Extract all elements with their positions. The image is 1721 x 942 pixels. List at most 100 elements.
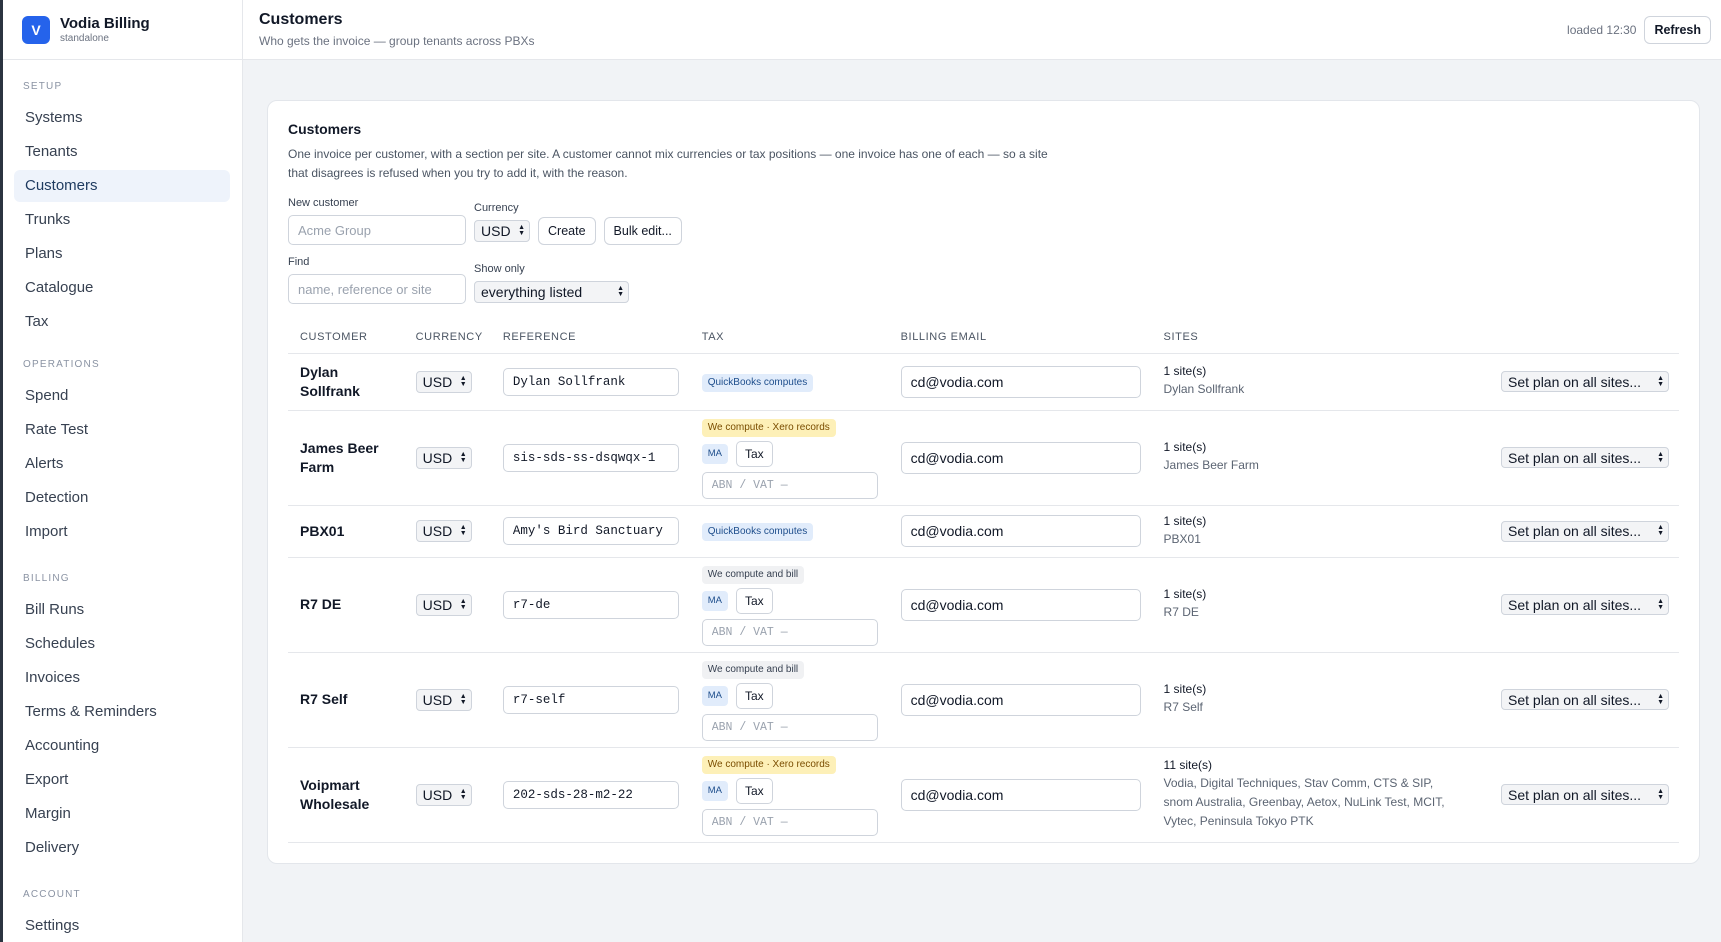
set-plan-select[interactable]: Set plan on all sites... ▲ ▼ xyxy=(1501,784,1669,805)
show-only-select[interactable]: everything listed ▲ ▼ xyxy=(474,281,629,303)
sidebar-item-trunks[interactable]: Trunks xyxy=(14,204,230,236)
set-plan-select[interactable]: Set plan on all sites... ▲ ▼ xyxy=(1501,371,1669,392)
tax-button[interactable]: Tax xyxy=(735,682,773,709)
billing-email-input[interactable] xyxy=(900,683,1141,716)
region-badge: MA xyxy=(701,590,728,611)
billing-email-input[interactable] xyxy=(900,515,1141,547)
reference-input[interactable] xyxy=(502,443,679,472)
sites-list: James Beer Farm xyxy=(1163,458,1259,472)
sidebar-item-invoices[interactable]: Invoices xyxy=(14,662,230,694)
set-plan-select[interactable]: Set plan on all sites... ▲ ▼ xyxy=(1501,594,1669,615)
abn-vat-input[interactable] xyxy=(701,713,878,741)
sidebar-item-bill-runs[interactable]: Bill Runs xyxy=(14,594,230,626)
sidebar-item-detection[interactable]: Detection xyxy=(14,482,230,514)
new-customer-input[interactable] xyxy=(288,215,466,245)
sites-list: PBX01 xyxy=(1163,531,1201,546)
sidebar-item-plans[interactable]: Plans xyxy=(14,238,230,270)
tax-button[interactable]: Tax xyxy=(735,777,773,804)
sidebar-item-export[interactable]: Export xyxy=(14,764,230,796)
reference-input[interactable] xyxy=(502,517,679,545)
sites-count: 1 site(s) xyxy=(1163,364,1207,378)
reference-input[interactable] xyxy=(502,780,679,809)
table-row: R7 Self USD ▲▼ We compute and bill MA Ta… xyxy=(288,652,1679,748)
billing-email-input[interactable] xyxy=(900,588,1141,621)
sidebar-item-accounting[interactable]: Accounting xyxy=(14,730,230,762)
region-badge: MA xyxy=(701,780,728,801)
select-caret-icon: ▲ ▼ xyxy=(459,597,467,611)
sidebar-item-tenants[interactable]: Tenants xyxy=(14,136,230,168)
sidebar-item-customers[interactable]: Customers xyxy=(14,170,230,202)
sidebar-item-import[interactable]: Import xyxy=(14,516,230,548)
nav-heading: SETUP xyxy=(23,81,63,92)
row-currency-select[interactable]: USD ▲ ▼ xyxy=(415,520,472,542)
billing-email-input[interactable] xyxy=(900,778,1141,811)
abn-vat-input[interactable] xyxy=(701,808,878,836)
sidebar-item-terms-reminders[interactable]: Terms & Reminders xyxy=(14,696,230,728)
sidebar-item-delivery[interactable]: Delivery xyxy=(14,832,230,864)
row-currency-value: USD xyxy=(422,373,453,390)
select-caret-icon: ▲ ▼ xyxy=(617,285,624,298)
select-caret-icon: ▲ ▼ xyxy=(1657,692,1664,706)
billing-email-input[interactable] xyxy=(900,365,1141,398)
sites-list: Vodia, Digital Techniques, Stav Comm, CT… xyxy=(1163,776,1445,828)
select-caret-icon: ▲ ▼ xyxy=(1657,787,1664,801)
sidebar-item-rate-test[interactable]: Rate Test xyxy=(14,414,230,446)
create-button[interactable]: Create xyxy=(538,217,596,245)
card-title: Customers xyxy=(288,121,362,137)
sidebar-item-spend[interactable]: Spend xyxy=(14,380,230,412)
row-currency-select[interactable]: USD ▲ ▼ xyxy=(415,688,472,711)
select-caret-icon: ▲ ▼ xyxy=(1657,374,1664,388)
row-currency-select[interactable]: USD ▲ ▼ xyxy=(415,593,472,616)
find-label: Find xyxy=(288,256,310,268)
find-input[interactable] xyxy=(288,274,466,304)
sites-count: 1 site(s) xyxy=(1163,682,1207,696)
nav-heading: BILLING xyxy=(23,573,70,584)
bulk-edit-button[interactable]: Bulk edit... xyxy=(603,217,682,245)
set-plan-select[interactable]: Set plan on all sites... ▲ ▼ xyxy=(1501,447,1669,468)
table-row: Voipmart Wholesale USD ▲▼ We compute · X… xyxy=(288,747,1679,843)
set-plan-select[interactable]: Set plan on all sites... ▲ ▼ xyxy=(1501,689,1669,710)
customer-name: Dylan Sollfrank xyxy=(300,363,360,399)
region-badge: MA xyxy=(701,685,728,706)
row-currency-select[interactable]: USD ▲ ▼ xyxy=(415,783,472,806)
row-currency-select[interactable]: USD ▲ ▼ xyxy=(415,446,472,469)
sidebar-item-alerts[interactable]: Alerts xyxy=(14,448,230,480)
tax-button[interactable]: Tax xyxy=(735,440,773,467)
loaded-timestamp: loaded 12:30 xyxy=(1567,22,1637,37)
sidebar-item-schedules[interactable]: Schedules xyxy=(14,628,230,660)
billing-email-input[interactable] xyxy=(900,441,1141,474)
set-plan-select[interactable]: Set plan on all sites... ▲ ▼ xyxy=(1501,520,1669,542)
sidebar-item-systems[interactable]: Systems xyxy=(14,102,230,134)
table-row: PBX01 USD ▲▼ QuickBooks computes 1 site(… xyxy=(288,505,1679,558)
tax-button[interactable]: Tax xyxy=(735,587,773,614)
sidebar-item-margin[interactable]: Margin xyxy=(14,798,230,830)
sidebar-item-settings[interactable]: Settings xyxy=(14,910,230,942)
row-currency-value: USD xyxy=(422,691,453,708)
select-caret-icon: ▲ ▼ xyxy=(1657,597,1664,611)
abn-vat-input[interactable] xyxy=(701,618,878,646)
sites-count: 1 site(s) xyxy=(1163,440,1207,454)
col-tax: TAX xyxy=(689,322,889,354)
page-subtitle: Who gets the invoice — group tenants acr… xyxy=(259,34,535,48)
table-row: R7 DE USD ▲▼ We compute and bill MA Tax … xyxy=(288,557,1679,653)
row-currency-value: USD xyxy=(422,523,453,539)
brand-name: Vodia Billing xyxy=(60,14,150,32)
row-currency-select[interactable]: USD ▲ ▼ xyxy=(415,370,472,393)
sidebar-item-tax[interactable]: Tax xyxy=(14,306,230,338)
sites-count: 1 site(s) xyxy=(1163,513,1207,528)
sidebar-item-catalogue[interactable]: Catalogue xyxy=(14,272,230,304)
set-plan-label: Set plan on all sites... xyxy=(1508,596,1642,613)
col-actions xyxy=(1489,322,1679,354)
reference-input[interactable] xyxy=(502,590,679,619)
currency-select[interactable]: USD ▲ ▼ xyxy=(474,220,530,242)
customer-name: R7 DE xyxy=(300,596,342,612)
refresh-button[interactable]: Refresh xyxy=(1644,15,1711,44)
reference-input[interactable] xyxy=(502,685,679,714)
reference-input[interactable] xyxy=(502,367,679,396)
content: Customers One invoice per customer, with… xyxy=(243,60,1721,864)
abn-vat-input[interactable] xyxy=(701,471,878,499)
topbar: Customers Who gets the invoice — group t… xyxy=(243,0,1721,60)
customer-name: Voipmart Wholesale xyxy=(300,776,370,812)
card-description: One invoice per customer, with a section… xyxy=(288,147,1048,180)
tax-mode-badge: We compute and bill xyxy=(701,565,805,584)
